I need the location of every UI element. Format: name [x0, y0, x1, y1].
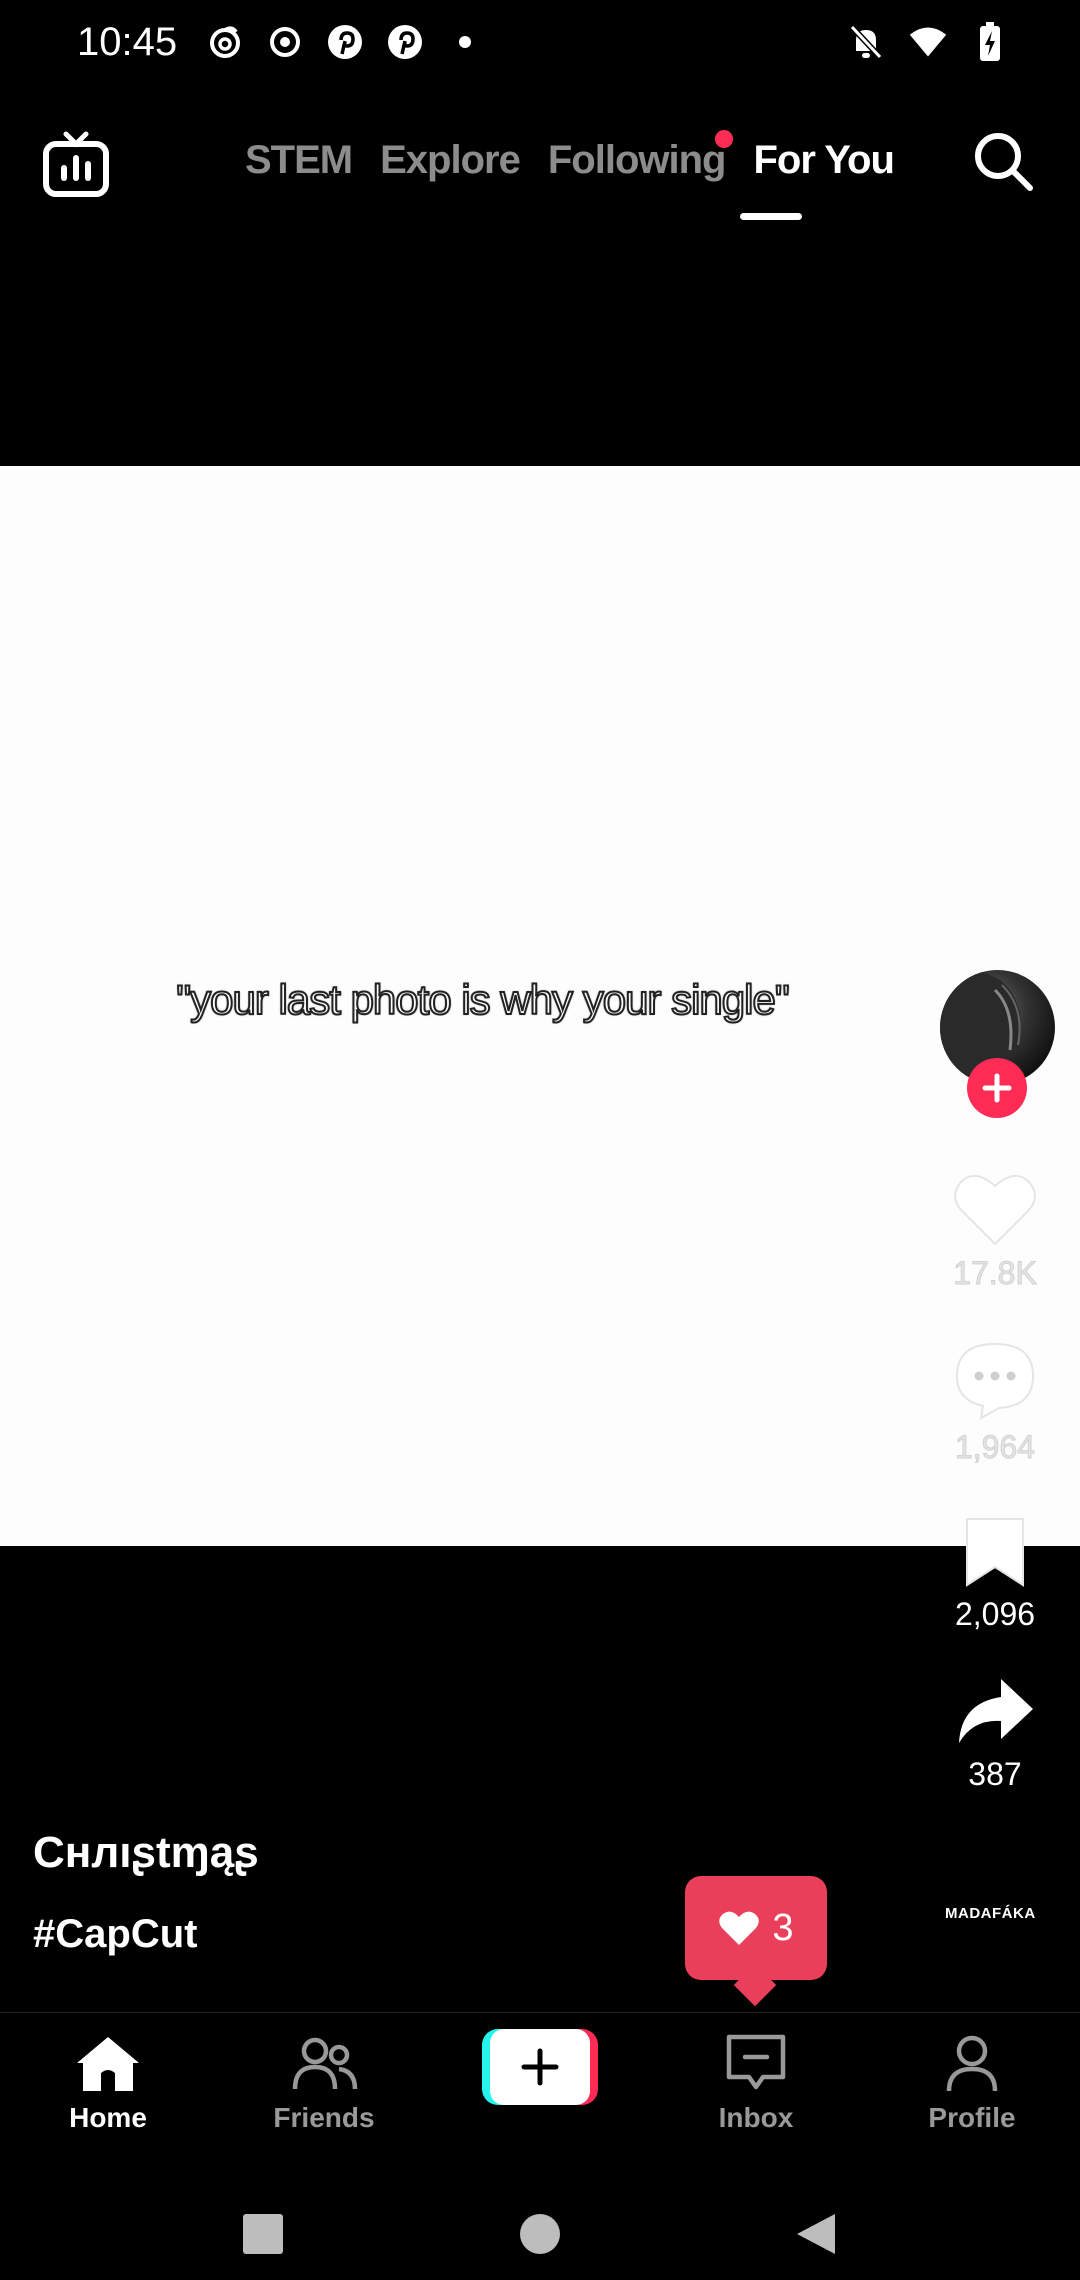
status-time: 10:45 — [77, 20, 178, 64]
comment-button[interactable]: 1,964 — [930, 1340, 1060, 1466]
video-text-overlay: "your last photo is why your single" — [175, 975, 790, 1024]
like-button[interactable]: 17.8K — [930, 1170, 1060, 1292]
tabbar-friends[interactable]: Friends — [244, 2033, 404, 2134]
create-button-face — [490, 2029, 590, 2105]
tab-stem[interactable]: STEM — [245, 138, 353, 183]
bookmark-icon — [966, 1518, 1024, 1587]
pinterest-icon — [325, 20, 365, 64]
tabbar-profile[interactable]: Profile — [892, 2033, 1052, 2134]
plus-icon — [982, 1073, 1012, 1103]
live-tv-icon — [43, 131, 109, 197]
share-button[interactable]: 387 — [930, 1675, 1060, 1793]
inbox-icon — [726, 2034, 786, 2090]
tab-explore[interactable]: Explore — [380, 138, 521, 183]
tabbar-profile-label: Profile — [928, 2102, 1016, 2133]
heart-icon — [954, 1175, 1036, 1246]
tabbar-home-label: Home — [69, 2102, 147, 2133]
pinterest-icon — [385, 20, 425, 64]
comment-icon — [955, 1342, 1035, 1420]
home-circle-icon[interactable] — [520, 2214, 560, 2254]
like-notification-bubble[interactable]: 3 — [685, 1876, 827, 1980]
video-player[interactable]: "your last photo is why your single" — [0, 466, 1080, 1546]
feed-tabs: STEM Explore Following For You — [245, 130, 895, 183]
post-title[interactable]: Cнлıʂtɱąʂ — [33, 1828, 259, 1878]
like-notification-count: 3 — [772, 1906, 794, 1949]
search-button[interactable] — [970, 128, 1036, 194]
back-icon[interactable] — [797, 2214, 835, 2254]
active-tab-indicator — [740, 213, 802, 220]
tab-for-you[interactable]: For You — [753, 138, 894, 183]
tabbar-friends-label: Friends — [273, 2102, 375, 2133]
wifi-icon — [908, 20, 948, 64]
bookmark-button[interactable]: 2,096 — [930, 1515, 1060, 1633]
tabbar-home[interactable]: Home — [28, 2033, 188, 2134]
bookmark-count: 2,096 — [954, 1596, 1036, 1632]
home-icon — [77, 2037, 139, 2091]
battery-charging-icon — [970, 20, 1010, 64]
status-notification-icons — [205, 20, 485, 64]
bell-muted-icon — [846, 20, 886, 64]
circle-record-icon — [265, 20, 305, 64]
friends-icon — [292, 2037, 358, 2090]
new-content-dot — [715, 130, 734, 148]
create-button[interactable] — [482, 2029, 598, 2105]
profile-icon — [946, 2035, 998, 2092]
music-disc-label[interactable]: MADAFÁKA — [945, 1905, 1036, 1922]
status-system-icons — [846, 20, 1010, 64]
top-nav: STEM Explore Following For You — [0, 110, 1080, 240]
tab-following[interactable]: Following — [547, 130, 734, 183]
tab-following-label: Following — [547, 138, 727, 182]
heart-icon — [719, 1911, 760, 1945]
tabbar-inbox[interactable]: Inbox — [676, 2033, 836, 2134]
bottom-tab-bar: Home Friends Inbox Profile — [0, 2012, 1080, 2172]
status-bar: 10:45 — [0, 0, 1080, 90]
threads-icon — [205, 20, 245, 64]
search-icon — [975, 133, 1033, 191]
android-nav-buttons — [243, 2214, 835, 2254]
follow-button[interactable] — [967, 1058, 1027, 1118]
live-tv-button[interactable] — [40, 128, 112, 200]
recents-icon[interactable] — [243, 2214, 283, 2254]
share-icon — [959, 1679, 1033, 1743]
like-count: 17.8K — [953, 1255, 1038, 1292]
share-count: 387 — [968, 1756, 1022, 1792]
comment-count: 1,964 — [954, 1429, 1036, 1466]
android-nav-bar — [0, 2172, 1080, 2280]
dot-icon — [445, 20, 485, 64]
hashtag-link[interactable]: #CapCut — [33, 1912, 197, 1957]
plus-icon — [521, 2048, 559, 2086]
tabbar-inbox-label: Inbox — [718, 2102, 794, 2133]
